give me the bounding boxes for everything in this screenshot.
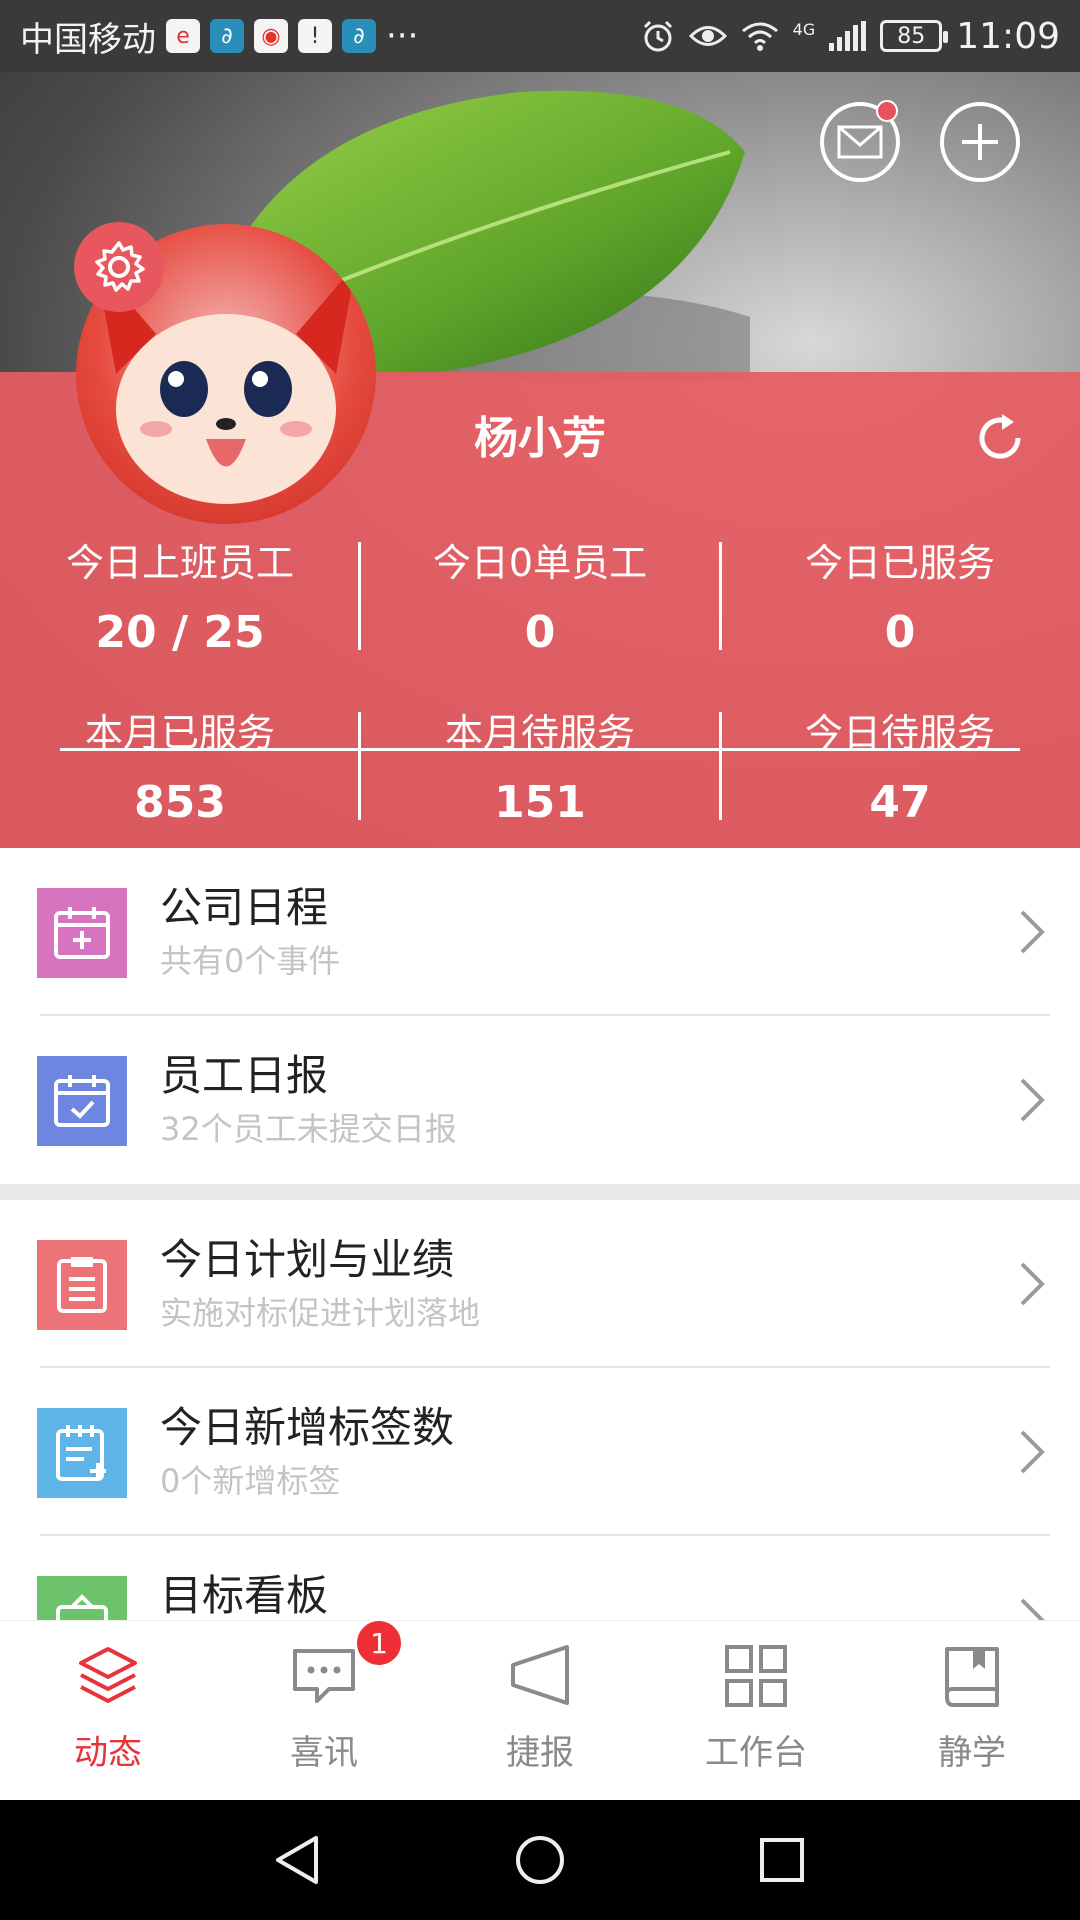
chevron-right-icon: [1020, 1262, 1045, 1306]
gear-icon: [95, 241, 145, 292]
list-item-staff-daily-report[interactable]: 员工日报 32个员工未提交日报: [0, 1016, 1080, 1184]
list-item-new-tags[interactable]: 今日新增标签数 0个新增标签: [0, 1368, 1080, 1536]
list-item-subtitle: 32个员工未提交日报: [160, 1110, 457, 1148]
stat-today-pending: 今日待服务 47: [720, 702, 1080, 828]
tab-feed[interactable]: 动态: [0, 1641, 216, 1774]
grid-icon: [721, 1641, 791, 1711]
battery-icon: 85: [880, 20, 949, 52]
stat-label: 今日已服务: [804, 541, 995, 585]
network-type-text: 4G: [792, 19, 816, 39]
calendar-check-icon: [37, 1056, 127, 1146]
clipboard-icon: [37, 1240, 127, 1330]
stat-label: 本月待服务: [444, 711, 635, 755]
feature-list: 公司日程 共有0个事件 员工日报 32个员工未提交日报 今日计划与业绩 实施对标…: [0, 848, 1080, 1620]
settings-button[interactable]: [74, 222, 164, 312]
weibo-icon: ◉: [254, 19, 288, 53]
bottom-tab-bar: 动态 1 喜讯 捷报 工作台 静学: [0, 1619, 1080, 1800]
chevron-right-icon: [1020, 1078, 1045, 1122]
list-item-company-schedule[interactable]: 公司日程 共有0个事件: [0, 848, 1080, 1016]
tab-reports[interactable]: 捷报: [432, 1641, 648, 1774]
tab-learning[interactable]: 静学: [864, 1641, 1080, 1774]
home-icon[interactable]: [514, 1834, 566, 1886]
list-item-target-board[interactable]: 目标看板: [0, 1536, 1080, 1620]
add-button[interactable]: [940, 102, 1020, 182]
stat-month-pending: 本月待服务 151: [360, 702, 720, 828]
user-name: 杨小芳: [474, 413, 606, 464]
megaphone-icon: [505, 1641, 575, 1711]
divider: [719, 712, 722, 820]
layers-icon: [73, 1641, 143, 1711]
stat-today-on-duty: 今日上班员工 20 / 25: [0, 532, 360, 658]
mail-icon: [837, 125, 883, 159]
stat-today-served: 今日已服务 0: [720, 532, 1080, 658]
tab-workbench[interactable]: 工作台: [648, 1641, 864, 1774]
stat-value: 0: [524, 607, 556, 658]
book-icon: [937, 1641, 1007, 1711]
tab-label: 动态: [74, 1733, 142, 1773]
chevron-right-icon: [1020, 1430, 1045, 1474]
refresh-icon[interactable]: [972, 410, 1028, 466]
messages-button[interactable]: [820, 100, 900, 182]
alert-icon: !: [298, 19, 332, 53]
eye-icon: [688, 26, 727, 46]
stat-value: 853: [134, 777, 226, 828]
list-item-today-plan[interactable]: 今日计划与业绩 实施对标促进计划落地: [0, 1200, 1080, 1368]
list-item-subtitle: 0个新增标签: [160, 1462, 341, 1500]
stat-label: 今日上班员工: [65, 541, 294, 585]
recents-icon[interactable]: [758, 1836, 806, 1884]
section-gap: [0, 1184, 1080, 1200]
back-icon[interactable]: [272, 1834, 322, 1886]
system-navigation-bar: [0, 1800, 1080, 1920]
tab-label: 捷报: [506, 1733, 574, 1773]
stat-label: 今日待服务: [804, 711, 995, 755]
notification-app-icon: ∂: [210, 19, 244, 53]
stat-value: 47: [869, 777, 931, 828]
alarm-icon: [643, 20, 672, 52]
stat-today-zero-orders: 今日0单员工 0: [360, 532, 720, 658]
app-screen: 中国移动 e ∂ ◉ ! ∂ ··· 4G 85 11:09 杨小芳 今日上班员…: [0, 0, 1080, 1920]
plus-icon: [962, 124, 998, 160]
list-item-title: 今日新增标签数: [160, 1403, 455, 1452]
divider: [358, 542, 361, 650]
list-item-title: 目标看板: [160, 1571, 329, 1620]
tab-good-news[interactable]: 1 喜讯: [216, 1619, 432, 1774]
tab-label: 喜讯: [290, 1733, 358, 1773]
divider: [719, 542, 722, 650]
status-bar: 中国移动 e ∂ ◉ ! ∂ ··· 4G 85 11:09: [0, 0, 1080, 72]
more-notifications-text: ···: [386, 16, 419, 56]
clock-text: 11:09: [956, 15, 1060, 57]
stat-value: 0: [884, 607, 916, 658]
profile-header: 杨小芳 今日上班员工 20 / 25 今日0单员工 0 今日已服务 0 本月已服…: [0, 72, 1080, 848]
stat-value: 20 / 25: [95, 607, 265, 658]
signal-icon: [829, 21, 867, 51]
tab-label: 工作台: [705, 1733, 807, 1773]
list-item-title: 员工日报: [160, 1051, 329, 1100]
tag-note-icon: [37, 1408, 127, 1498]
list-item-subtitle: 实施对标促进计划落地: [160, 1294, 481, 1332]
notification-app-icon: e: [166, 19, 200, 53]
wifi-icon: [741, 22, 778, 51]
stat-month-served: 本月已服务 853: [0, 702, 360, 828]
divider: [358, 712, 361, 820]
unread-dot: [876, 100, 898, 122]
chat-bubble-icon: 1: [289, 1619, 403, 1711]
calendar-plus-icon: [37, 888, 127, 978]
list-item-subtitle: 共有0个事件: [160, 942, 341, 980]
stat-label: 本月已服务: [84, 711, 275, 755]
notification-app-icon: ∂: [342, 19, 376, 53]
chevron-right-icon: [1020, 910, 1045, 954]
carrier-text: 中国移动: [20, 19, 156, 60]
list-item-title: 公司日程: [160, 883, 329, 932]
unread-badge: 1: [355, 1619, 403, 1667]
list-item-title: 今日计划与业绩: [160, 1235, 455, 1284]
target-board-icon: [37, 1576, 127, 1620]
stat-label: 今日0单员工: [432, 541, 648, 585]
stat-value: 151: [494, 777, 586, 828]
tab-label: 静学: [938, 1733, 1006, 1773]
chevron-right-icon: [1020, 1598, 1045, 1620]
